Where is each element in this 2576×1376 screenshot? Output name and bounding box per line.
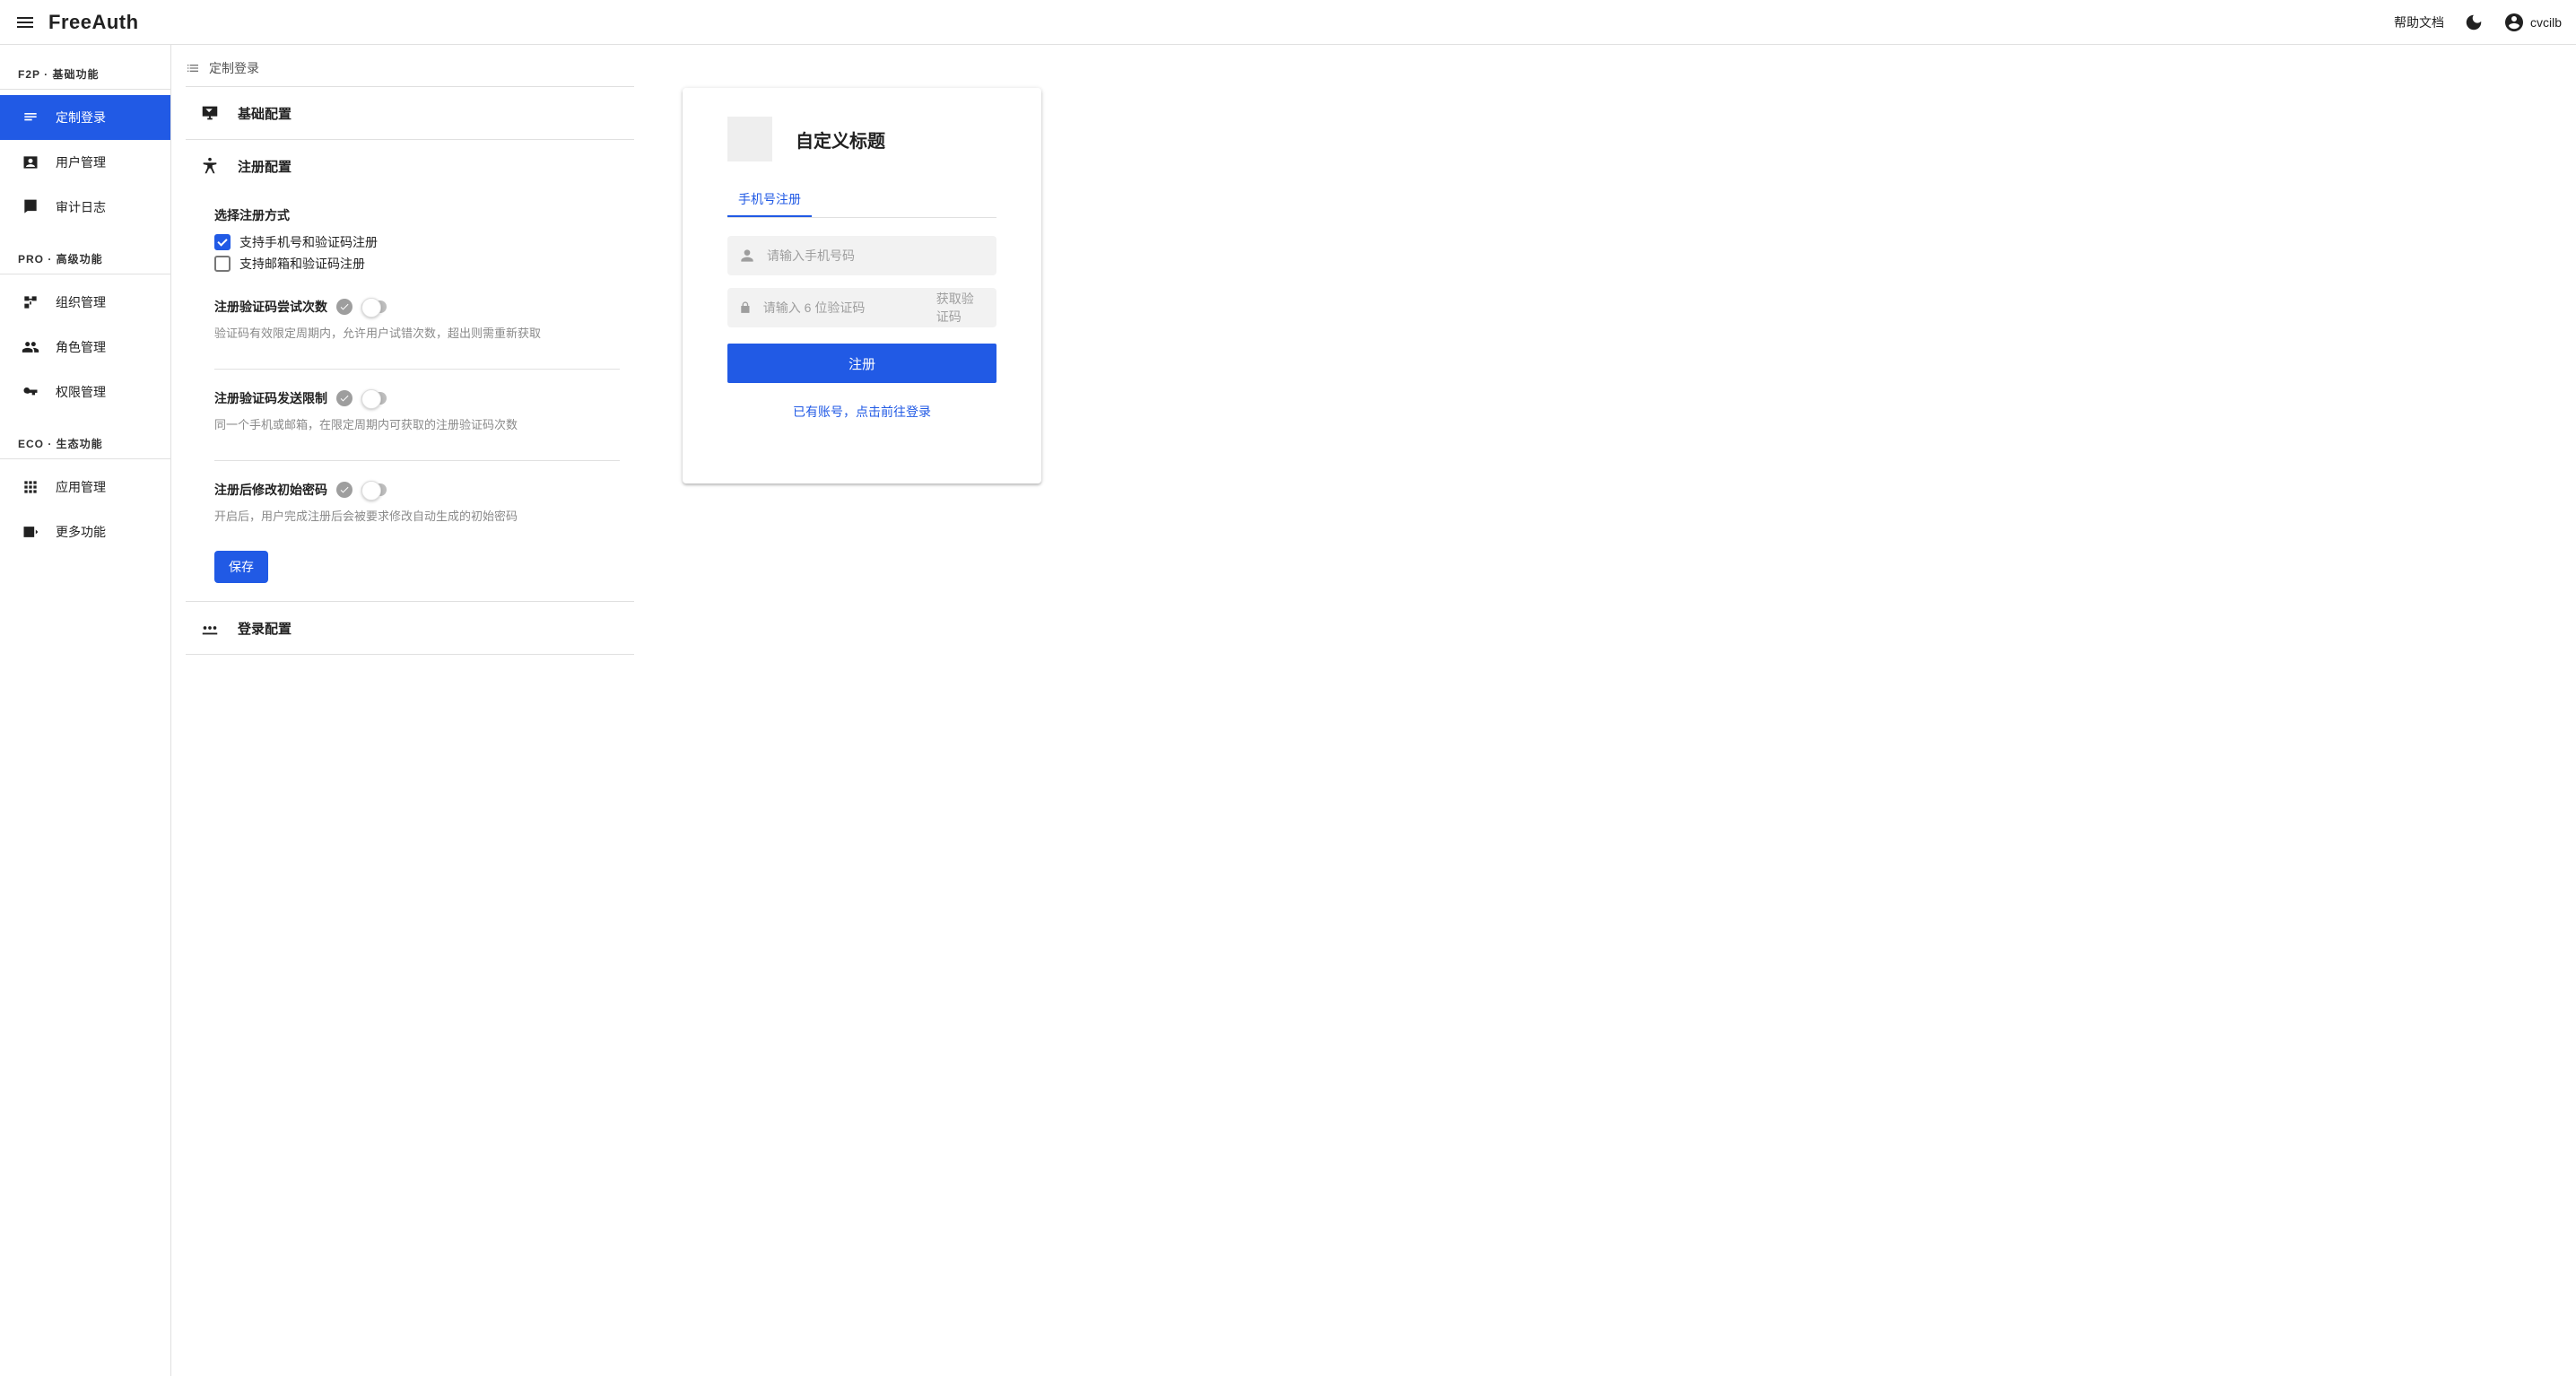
register-button[interactable]: 注册 <box>727 344 996 383</box>
breadcrumb-title: 定制登录 <box>209 59 259 77</box>
lock-icon <box>738 299 753 317</box>
section-basic-config[interactable]: 基础配置 <box>186 87 634 139</box>
toggle-send-limit[interactable] <box>361 392 387 405</box>
verified-icon <box>336 482 352 498</box>
help-link[interactable]: 帮助文档 <box>2394 13 2444 31</box>
accessibility-icon <box>200 156 220 176</box>
verified-icon <box>336 390 352 406</box>
sidebar-item-roles[interactable]: 角色管理 <box>0 325 170 370</box>
person-icon <box>738 247 756 265</box>
field-send-limit-desc: 同一个手机或邮箱，在限定周期内可获取的注册验证码次数 <box>214 416 620 435</box>
checkbox-icon <box>214 234 231 250</box>
sidebar-item-label: 定制登录 <box>56 109 106 126</box>
preview-logo-placeholder <box>727 117 772 161</box>
nav-group-eco: ECO · 生态功能 <box>0 425 170 459</box>
more-icon <box>22 523 39 541</box>
sidebar: F2P · 基础功能 定制登录 用户管理 审计日志 PRO · 高级功能 <box>0 45 171 1376</box>
sidebar-item-more[interactable]: 更多功能 <box>0 509 170 554</box>
nav-group-f2p: F2P · 基础功能 <box>0 56 170 90</box>
dark-mode-toggle[interactable] <box>2464 13 2484 32</box>
divider <box>214 460 620 461</box>
menu-icon[interactable] <box>14 12 36 33</box>
sidebar-item-audit[interactable]: 审计日志 <box>0 185 170 230</box>
org-icon <box>22 293 39 311</box>
sidebar-item-perms[interactable]: 权限管理 <box>0 370 170 414</box>
field-attempts-desc: 验证码有效限定周期内，允许用户试错次数，超出则需重新获取 <box>214 325 620 344</box>
preview-title: 自定义标题 <box>796 126 885 152</box>
sidebar-item-custom-login[interactable]: 定制登录 <box>0 95 170 140</box>
sidebar-item-apps[interactable]: 应用管理 <box>0 465 170 509</box>
signup-preview-card: 自定义标题 手机号注册 <box>683 88 1041 483</box>
sidebar-item-label: 组织管理 <box>56 293 106 311</box>
toggle-reset-pwd[interactable] <box>361 483 387 496</box>
section-signup-config[interactable]: 注册配置 <box>186 140 634 192</box>
section-login-config[interactable]: 登录配置 <box>186 602 634 654</box>
sidebar-item-users[interactable]: 用户管理 <box>0 140 170 185</box>
get-code-button[interactable]: 获取验证码 <box>936 290 986 326</box>
list-icon <box>186 61 200 75</box>
verified-icon <box>336 299 352 315</box>
save-button[interactable]: 保存 <box>214 551 268 583</box>
divider <box>214 369 620 370</box>
group-icon <box>22 338 39 356</box>
field-signup-method-title: 选择注册方式 <box>214 206 620 224</box>
avatar-icon <box>2503 12 2525 33</box>
checkbox-email-signup[interactable]: 支持邮箱和验证码注册 <box>214 255 620 273</box>
checkbox-icon <box>214 256 231 272</box>
username: cvcilb <box>2530 15 2562 30</box>
section-title: 基础配置 <box>238 104 292 123</box>
go-to-login-link[interactable]: 已有账号，点击前往登录 <box>727 403 996 421</box>
phone-input-row[interactable] <box>727 236 996 275</box>
user-card-icon <box>22 153 39 171</box>
phone-input[interactable] <box>767 248 986 263</box>
breadcrumb: 定制登录 <box>186 59 2562 77</box>
checkbox-label: 支持邮箱和验证码注册 <box>239 255 365 273</box>
sidebar-item-label: 应用管理 <box>56 478 106 496</box>
field-reset-pwd-title: 注册后修改初始密码 <box>214 481 327 499</box>
sidebar-item-label: 权限管理 <box>56 383 106 401</box>
sidebar-item-label: 更多功能 <box>56 523 106 541</box>
code-input[interactable] <box>763 300 926 315</box>
user-menu[interactable]: cvcilb <box>2503 12 2562 33</box>
toggle-attempts[interactable] <box>361 300 387 313</box>
sidebar-item-label: 角色管理 <box>56 338 106 356</box>
login-settings-icon <box>22 109 39 126</box>
sidebar-item-org[interactable]: 组织管理 <box>0 280 170 325</box>
sidebar-item-label: 审计日志 <box>56 198 106 216</box>
nav-group-pro: PRO · 高级功能 <box>0 240 170 274</box>
checkbox-phone-signup[interactable]: 支持手机号和验证码注册 <box>214 233 620 251</box>
password-icon <box>200 618 220 638</box>
field-attempts-title: 注册验证码尝试次数 <box>214 298 327 316</box>
key-icon <box>22 383 39 401</box>
log-icon <box>22 198 39 216</box>
checkbox-label: 支持手机号和验证码注册 <box>239 233 378 251</box>
monitor-icon <box>200 103 220 123</box>
apps-icon <box>22 478 39 496</box>
field-reset-pwd-desc: 开启后，用户完成注册后会被要求修改自动生成的初始密码 <box>214 508 620 527</box>
code-input-row[interactable]: 获取验证码 <box>727 288 996 327</box>
field-send-limit-title: 注册验证码发送限制 <box>214 389 327 407</box>
tab-phone-signup[interactable]: 手机号注册 <box>727 183 812 217</box>
sidebar-item-label: 用户管理 <box>56 153 106 171</box>
app-logo: FreeAuth <box>48 11 139 34</box>
section-title: 登录配置 <box>238 619 292 638</box>
section-title: 注册配置 <box>238 157 292 176</box>
